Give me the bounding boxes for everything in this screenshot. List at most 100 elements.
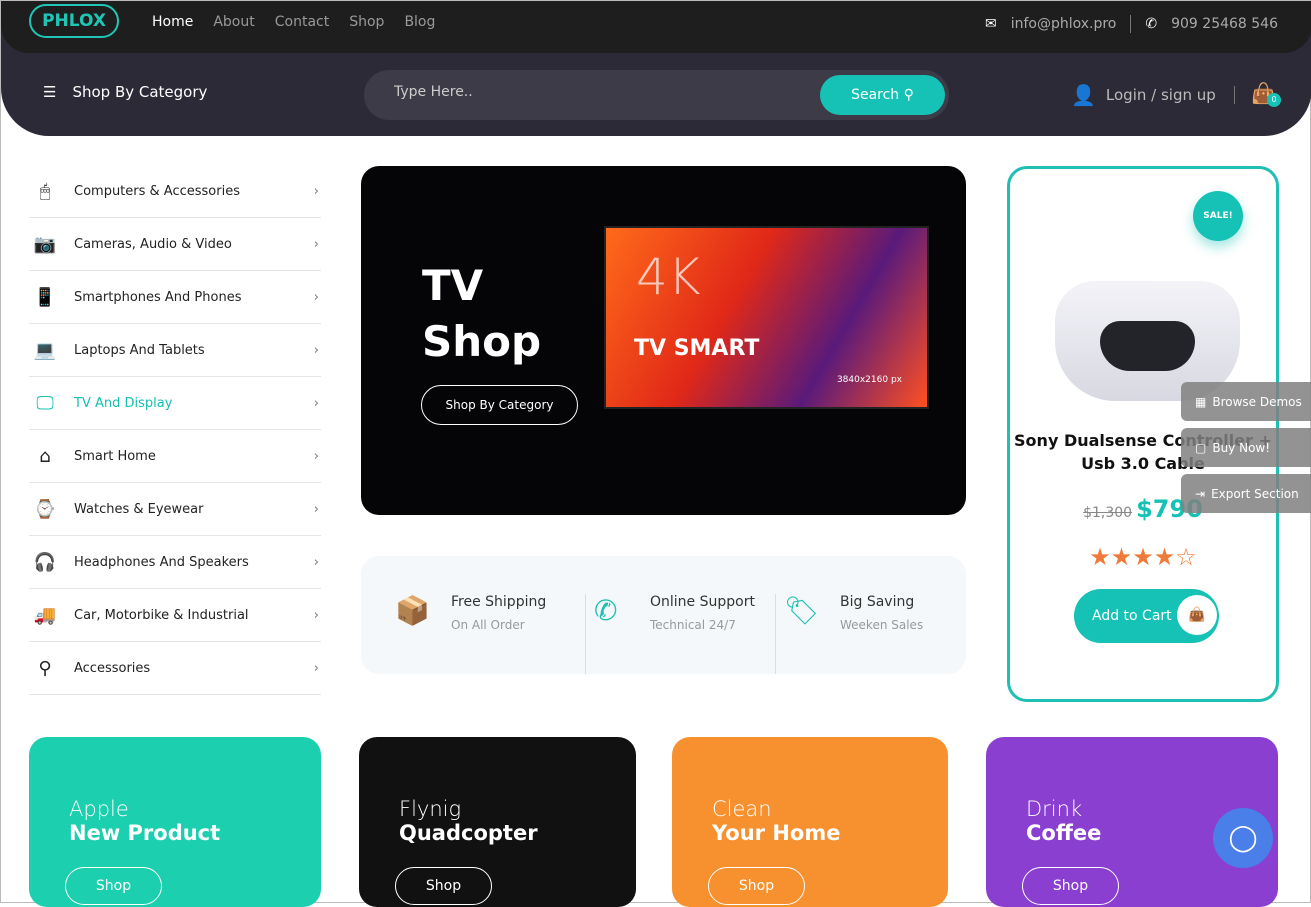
chevron-right-icon: › [313, 554, 319, 570]
tv-image: 4K TV SMART 3840x2160 px [604, 226, 929, 409]
sidebar-item-label: TV And Display [74, 395, 173, 411]
camera-icon: 📷 [33, 233, 57, 255]
feature-title: Online Support [650, 594, 755, 610]
sidebar-item[interactable]: 🖱 Computers & Accessories › [29, 165, 321, 218]
watch-icon: ⌚ [33, 498, 57, 520]
sidebar-item-label: Smart Home [74, 448, 156, 464]
hero-title-line1: TV [422, 261, 484, 310]
chevron-right-icon: › [313, 660, 319, 676]
tv-smart-text: TV SMART [634, 336, 760, 361]
hero-banner: TV Shop Shop By Category 4K TV SMART 3840… [361, 166, 966, 515]
banner-shop-button[interactable]: Shop [65, 867, 162, 905]
chat-icon: ◯ [1228, 823, 1258, 853]
sidebar-item-label: Cameras, Audio & Video [74, 236, 232, 252]
chevron-right-icon: › [313, 448, 319, 464]
nav-blog[interactable]: Blog [404, 14, 435, 30]
chevron-right-icon: › [313, 289, 319, 305]
add-to-cart-button[interactable]: Add to Cart 👜 [1074, 589, 1219, 643]
sidebar-item[interactable]: ⚲ Accessories › [29, 642, 321, 695]
divider [1233, 86, 1235, 104]
menu-icon: ☰ [43, 83, 57, 101]
category-sidebar: 🖱 Computers & Accessories › 📷 Cameras, Audio… [29, 165, 321, 695]
phone-icon: ✆ [1145, 16, 1158, 32]
browse-demos-button[interactable]: ▦ Browse Demos [1181, 382, 1311, 421]
chevron-right-icon: › [313, 183, 319, 199]
nav-shop[interactable]: Shop [349, 14, 384, 30]
banner-shop-button[interactable]: Shop [708, 867, 805, 905]
buy-now-button[interactable]: ▢ Buy Now! [1181, 428, 1311, 467]
sidebar-item-label: Smartphones And Phones [74, 289, 242, 305]
document-icon: ▢ [1195, 440, 1207, 455]
tv-4k-text: 4K [636, 248, 701, 306]
banner-apple: Apple New Product Shop [29, 737, 321, 907]
banner-line2: Quadcopter [399, 821, 538, 845]
sidebar-item-label: Headphones And Speakers [74, 554, 249, 570]
hero-shop-button[interactable]: Shop By Category [421, 385, 578, 425]
sidebar-item-label: Car, Motorbike & Industrial [74, 607, 249, 623]
email-link[interactable]: info@phlox.pro [1011, 16, 1117, 32]
sidebar-item[interactable]: ⌂ Smart Home › [29, 430, 321, 483]
banner-line2: Your Home [712, 821, 841, 845]
home-icon: ⌂ [39, 445, 51, 467]
category-label: Shop By Category [72, 83, 208, 101]
sidebar-item[interactable]: 📷 Cameras, Audio & Video › [29, 218, 321, 271]
features-strip: 📦 Free Shipping On All Order ✆ Online Suppo… [361, 556, 966, 674]
smartphone-icon: 📱 [33, 286, 57, 308]
nav-contact[interactable]: Contact [275, 14, 329, 30]
export-icon: ⇥ [1195, 486, 1206, 501]
chevron-right-icon: › [313, 501, 319, 517]
feature-free-shipping: 📦 Free Shipping On All Order [395, 594, 585, 674]
chevron-right-icon: › [313, 607, 319, 623]
banner-shop-button[interactable]: Shop [1022, 867, 1119, 905]
export-section-label: Export Section [1211, 486, 1299, 501]
sidebar-item[interactable]: 📱 Smartphones And Phones › [29, 271, 321, 324]
browse-demos-label: Browse Demos [1212, 394, 1302, 409]
banner-line1: Apple [69, 797, 129, 821]
sidebar-item[interactable]: 🖵 TV And Display › [29, 377, 321, 430]
search-icon: ⚲ [903, 87, 914, 103]
user-icon: 👤 [1071, 83, 1096, 107]
nav-about[interactable]: About [213, 14, 254, 30]
search-button[interactable]: Search ⚲ [820, 75, 945, 115]
buy-now-label: Buy Now! [1212, 440, 1271, 455]
feature-online-support: ✆ Online Support Technical 24/7 [585, 594, 775, 674]
chat-button[interactable]: ◯ [1213, 808, 1273, 868]
banner-line1: Drink [1026, 797, 1083, 821]
logo[interactable]: PHLOX [29, 4, 119, 38]
phone-link[interactable]: 909 25468 546 [1171, 16, 1278, 32]
monitor-icon: 🖵 [36, 392, 54, 414]
banner-line1: Flynig [399, 797, 462, 821]
divider [1130, 15, 1132, 33]
banner-line2: Coffee [1026, 821, 1102, 845]
banner-clean-home: Clean Your Home Shop [672, 737, 948, 907]
feature-subtitle: Weeken Sales [840, 618, 924, 632]
sidebar-item[interactable]: ⌚ Watches & Eyewear › [29, 483, 321, 536]
shop-by-category-toggle[interactable]: ☰ Shop By Category [43, 83, 207, 101]
rating-stars: ★★★★☆ [1010, 543, 1276, 571]
feature-title: Free Shipping [451, 594, 547, 610]
hero-title-line2: Shop [422, 317, 542, 366]
cart-button[interactable]: 👜 0 [1251, 81, 1281, 107]
package-location-icon: 📦 [395, 594, 430, 627]
add-to-cart-label: Add to Cart [1092, 608, 1172, 624]
nav-home[interactable]: Home [152, 14, 193, 30]
star-icon: ☆ [1175, 543, 1197, 571]
sidebar-item[interactable]: 🚚 Car, Motorbike & Industrial › [29, 589, 321, 642]
chevron-right-icon: › [313, 395, 319, 411]
export-section-button[interactable]: ⇥ Export Section [1181, 474, 1311, 513]
sidebar-item[interactable]: 🎧 Headphones And Speakers › [29, 536, 321, 589]
sidebar-item[interactable]: 💻 Laptops And Tablets › [29, 324, 321, 377]
feature-subtitle: Technical 24/7 [650, 618, 736, 632]
contact-info: ✉ info@phlox.pro ✆ 909 25468 546 [985, 15, 1278, 33]
banner-shop-button[interactable]: Shop [395, 867, 492, 905]
sale-badge: SALE! [1193, 191, 1243, 241]
top-bar: PHLOX Home About Contact Shop Blog ✉ inf… [1, 1, 1311, 53]
search-input[interactable] [394, 84, 794, 100]
laptop-icon: 💻 [33, 339, 57, 361]
login-link[interactable]: 👤 Login / sign up [1071, 83, 1235, 107]
search-bar: Search ⚲ [364, 70, 949, 120]
hero-title: TV Shop [422, 258, 541, 370]
sidebar-item-label: Laptops And Tablets [74, 342, 205, 358]
cart-count: 0 [1267, 93, 1281, 107]
star-icon: ★ [1089, 543, 1111, 571]
